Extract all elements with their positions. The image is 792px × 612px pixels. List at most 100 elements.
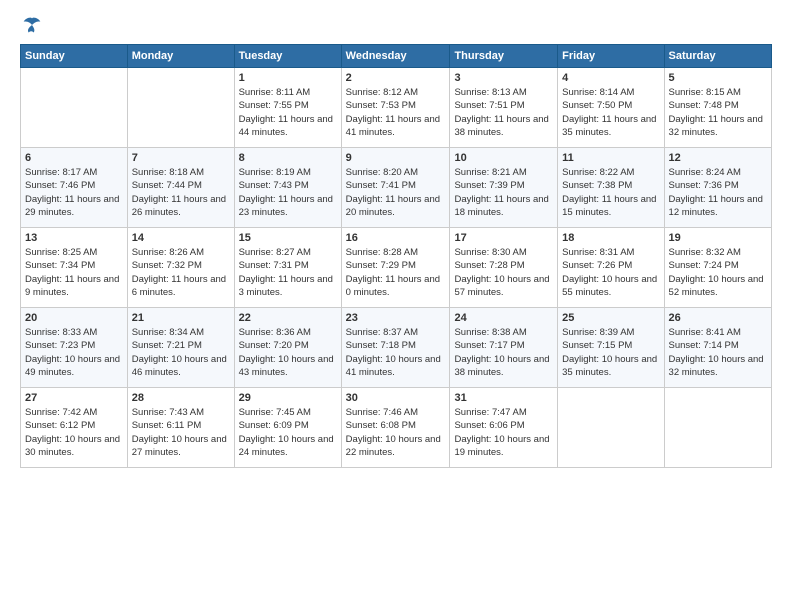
- cell-info-text: Sunrise: 8:13 AM Sunset: 7:51 PM Dayligh…: [454, 86, 553, 139]
- cell-date-number: 21: [132, 312, 230, 324]
- cell-date-number: 19: [669, 232, 767, 244]
- cell-date-number: 20: [25, 312, 123, 324]
- cell-info-text: Sunrise: 8:25 AM Sunset: 7:34 PM Dayligh…: [25, 246, 123, 299]
- day-header-thursday: Thursday: [450, 45, 558, 68]
- cell-info-text: Sunrise: 8:33 AM Sunset: 7:23 PM Dayligh…: [25, 326, 123, 379]
- cell-info-text: Sunrise: 7:43 AM Sunset: 6:11 PM Dayligh…: [132, 406, 230, 459]
- calendar-cell: 23 Sunrise: 8:37 AM Sunset: 7:18 PM Dayli…: [341, 308, 450, 388]
- calendar-cell: 25 Sunrise: 8:39 AM Sunset: 7:15 PM Dayli…: [558, 308, 664, 388]
- cell-date-number: 15: [239, 232, 337, 244]
- calendar-cell: 6 Sunrise: 8:17 AM Sunset: 7:46 PM Daylig…: [21, 148, 128, 228]
- cell-date-number: 16: [346, 232, 446, 244]
- cell-date-number: 4: [562, 72, 659, 84]
- cell-info-text: Sunrise: 8:34 AM Sunset: 7:21 PM Dayligh…: [132, 326, 230, 379]
- cell-date-number: 2: [346, 72, 446, 84]
- calendar-cell: 2 Sunrise: 8:12 AM Sunset: 7:53 PM Daylig…: [341, 68, 450, 148]
- calendar-cell: 27 Sunrise: 7:42 AM Sunset: 6:12 PM Dayli…: [21, 388, 128, 468]
- logo-bird-icon: [22, 16, 42, 34]
- cell-date-number: 29: [239, 392, 337, 404]
- cell-info-text: Sunrise: 8:27 AM Sunset: 7:31 PM Dayligh…: [239, 246, 337, 299]
- calendar-cell: [21, 68, 128, 148]
- cell-date-number: 23: [346, 312, 446, 324]
- calendar-cell: 15 Sunrise: 8:27 AM Sunset: 7:31 PM Dayli…: [234, 228, 341, 308]
- cell-info-text: Sunrise: 8:41 AM Sunset: 7:14 PM Dayligh…: [669, 326, 767, 379]
- calendar-cell: 12Sunrise: 8:24 AM Sunset: 7:36 PM Dayli…: [664, 148, 771, 228]
- cell-date-number: 8: [239, 152, 337, 164]
- calendar-cell: 17 Sunrise: 8:30 AM Sunset: 7:28 PM Dayli…: [450, 228, 558, 308]
- cell-date-number: 7: [132, 152, 230, 164]
- cell-date-number: 27: [25, 392, 123, 404]
- cell-date-number: 24: [454, 312, 553, 324]
- calendar-cell: 4 Sunrise: 8:14 AM Sunset: 7:50 PM Daylig…: [558, 68, 664, 148]
- calendar-cell: 11Sunrise: 8:22 AM Sunset: 7:38 PM Dayli…: [558, 148, 664, 228]
- calendar-cell: 7 Sunrise: 8:18 AM Sunset: 7:44 PM Daylig…: [127, 148, 234, 228]
- calendar-header-row: SundayMondayTuesdayWednesdayThursdayFrid…: [21, 45, 772, 68]
- calendar-cell: 9Sunrise: 8:20 AM Sunset: 7:41 PM Daylig…: [341, 148, 450, 228]
- cell-date-number: 30: [346, 392, 446, 404]
- cell-info-text: Sunrise: 8:28 AM Sunset: 7:29 PM Dayligh…: [346, 246, 446, 299]
- cell-date-number: 1: [239, 72, 337, 84]
- cell-date-number: 11: [562, 152, 659, 164]
- cell-info-text: Sunrise: 7:46 AM Sunset: 6:08 PM Dayligh…: [346, 406, 446, 459]
- calendar-cell: [664, 388, 771, 468]
- cell-date-number: 26: [669, 312, 767, 324]
- calendar-cell: 18 Sunrise: 8:31 AM Sunset: 7:26 PM Dayli…: [558, 228, 664, 308]
- calendar-cell: 14 Sunrise: 8:26 AM Sunset: 7:32 PM Dayli…: [127, 228, 234, 308]
- cell-info-text: Sunrise: 8:30 AM Sunset: 7:28 PM Dayligh…: [454, 246, 553, 299]
- calendar-week-row: 13 Sunrise: 8:25 AM Sunset: 7:34 PM Dayli…: [21, 228, 772, 308]
- cell-date-number: 9: [346, 152, 446, 164]
- calendar-cell: [127, 68, 234, 148]
- cell-date-number: 10: [454, 152, 553, 164]
- cell-info-text: Sunrise: 8:39 AM Sunset: 7:15 PM Dayligh…: [562, 326, 659, 379]
- day-header-wednesday: Wednesday: [341, 45, 450, 68]
- cell-info-text: Sunrise: 8:37 AM Sunset: 7:18 PM Dayligh…: [346, 326, 446, 379]
- cell-info-text: Sunrise: 8:31 AM Sunset: 7:26 PM Dayligh…: [562, 246, 659, 299]
- cell-info-text: Sunrise: 7:47 AM Sunset: 6:06 PM Dayligh…: [454, 406, 553, 459]
- cell-date-number: 31: [454, 392, 553, 404]
- cell-info-text: Sunrise: 8:19 AM Sunset: 7:43 PM Dayligh…: [239, 166, 337, 219]
- cell-info-text: Sunrise: 8:17 AM Sunset: 7:46 PM Dayligh…: [25, 166, 123, 219]
- calendar-cell: 8 Sunrise: 8:19 AM Sunset: 7:43 PM Daylig…: [234, 148, 341, 228]
- cell-info-text: Sunrise: 8:24 AM Sunset: 7:36 PM Dayligh…: [669, 166, 767, 219]
- calendar-cell: 30 Sunrise: 7:46 AM Sunset: 6:08 PM Dayli…: [341, 388, 450, 468]
- cell-info-text: Sunrise: 8:14 AM Sunset: 7:50 PM Dayligh…: [562, 86, 659, 139]
- cell-info-text: Sunrise: 8:12 AM Sunset: 7:53 PM Dayligh…: [346, 86, 446, 139]
- calendar-cell: [558, 388, 664, 468]
- cell-date-number: 6: [25, 152, 123, 164]
- cell-date-number: 25: [562, 312, 659, 324]
- cell-info-text: Sunrise: 8:38 AM Sunset: 7:17 PM Dayligh…: [454, 326, 553, 379]
- calendar-cell: 19 Sunrise: 8:32 AM Sunset: 7:24 PM Dayli…: [664, 228, 771, 308]
- day-header-friday: Friday: [558, 45, 664, 68]
- calendar-cell: 3 Sunrise: 8:13 AM Sunset: 7:51 PM Daylig…: [450, 68, 558, 148]
- cell-date-number: 17: [454, 232, 553, 244]
- header: [20, 16, 772, 34]
- calendar-cell: 5 Sunrise: 8:15 AM Sunset: 7:48 PM Daylig…: [664, 68, 771, 148]
- cell-info-text: Sunrise: 8:11 AM Sunset: 7:55 PM Dayligh…: [239, 86, 337, 139]
- calendar-week-row: 27 Sunrise: 7:42 AM Sunset: 6:12 PM Dayli…: [21, 388, 772, 468]
- cell-date-number: 5: [669, 72, 767, 84]
- calendar-cell: 10Sunrise: 8:21 AM Sunset: 7:39 PM Dayli…: [450, 148, 558, 228]
- cell-info-text: Sunrise: 8:32 AM Sunset: 7:24 PM Dayligh…: [669, 246, 767, 299]
- calendar-week-row: 20 Sunrise: 8:33 AM Sunset: 7:23 PM Dayli…: [21, 308, 772, 388]
- calendar-cell: 26 Sunrise: 8:41 AM Sunset: 7:14 PM Dayli…: [664, 308, 771, 388]
- cell-info-text: Sunrise: 8:26 AM Sunset: 7:32 PM Dayligh…: [132, 246, 230, 299]
- calendar-cell: 28 Sunrise: 7:43 AM Sunset: 6:11 PM Dayli…: [127, 388, 234, 468]
- day-header-tuesday: Tuesday: [234, 45, 341, 68]
- logo: [20, 16, 42, 34]
- cell-date-number: 18: [562, 232, 659, 244]
- calendar-cell: 31 Sunrise: 7:47 AM Sunset: 6:06 PM Dayli…: [450, 388, 558, 468]
- cell-date-number: 22: [239, 312, 337, 324]
- calendar-table: SundayMondayTuesdayWednesdayThursdayFrid…: [20, 44, 772, 468]
- cell-date-number: 13: [25, 232, 123, 244]
- calendar-cell: 21 Sunrise: 8:34 AM Sunset: 7:21 PM Dayli…: [127, 308, 234, 388]
- cell-date-number: 28: [132, 392, 230, 404]
- cell-date-number: 3: [454, 72, 553, 84]
- cell-info-text: Sunrise: 8:18 AM Sunset: 7:44 PM Dayligh…: [132, 166, 230, 219]
- cell-info-text: Sunrise: 7:42 AM Sunset: 6:12 PM Dayligh…: [25, 406, 123, 459]
- cell-info-text: Sunrise: 8:15 AM Sunset: 7:48 PM Dayligh…: [669, 86, 767, 139]
- calendar-cell: 20 Sunrise: 8:33 AM Sunset: 7:23 PM Dayli…: [21, 308, 128, 388]
- cell-date-number: 14: [132, 232, 230, 244]
- calendar-cell: 13 Sunrise: 8:25 AM Sunset: 7:34 PM Dayli…: [21, 228, 128, 308]
- day-header-saturday: Saturday: [664, 45, 771, 68]
- cell-info-text: Sunrise: 8:36 AM Sunset: 7:20 PM Dayligh…: [239, 326, 337, 379]
